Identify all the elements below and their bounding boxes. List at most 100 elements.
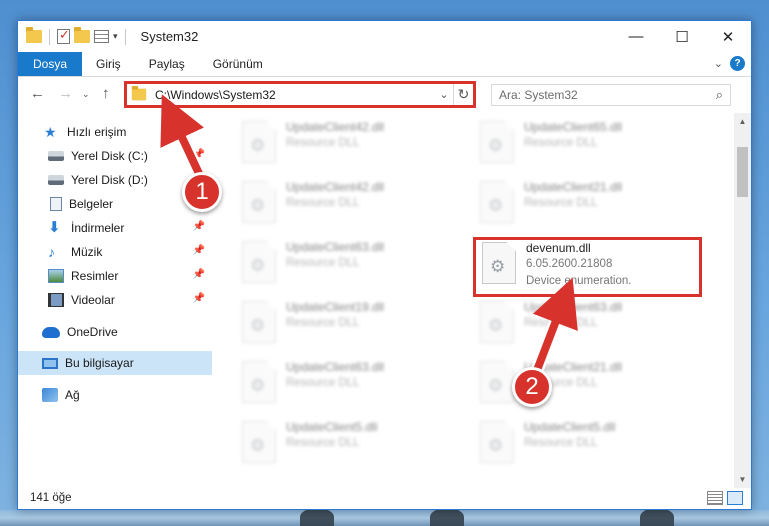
disk-icon [48, 151, 64, 161]
file-type: Resource DLL [286, 377, 360, 389]
network-icon [42, 388, 58, 402]
file-item[interactable]: UpdateClient5.dll Resource DLL [242, 417, 462, 469]
file-item[interactable]: UpdateClient63.dll Resource DLL [242, 357, 462, 409]
sidebar-item-network[interactable]: Ağ [18, 383, 212, 407]
quick-access-toolbar: ▾ [18, 27, 129, 45]
sidebar-item-disk-c[interactable]: Yerel Disk (C:) 📌 [18, 144, 212, 168]
tab-share[interactable]: Paylaş [135, 52, 199, 76]
sidebar-item-label: Yerel Disk (C:) [71, 149, 148, 163]
recent-dropdown-icon[interactable]: ⌄ [82, 89, 90, 100]
dll-file-icon [482, 242, 516, 284]
file-name: UpdateClient19.dll [286, 300, 385, 314]
divider [124, 28, 126, 45]
title-bar: ▾ System32 — ☐ ✕ [18, 21, 751, 52]
dll-file-icon [242, 421, 276, 463]
disk-icon [48, 175, 64, 185]
pictures-icon [48, 269, 64, 283]
forward-button[interactable]: → [58, 85, 73, 102]
file-name: devenum.dll [526, 241, 591, 255]
file-name: UpdateClient21.dll [524, 180, 623, 194]
tab-file[interactable]: Dosya [18, 52, 83, 76]
window-title: System32 [140, 29, 199, 44]
sidebar-item-downloads[interactable]: ⬇ İndirmeler 📌 [18, 216, 212, 240]
folder-icon [131, 85, 147, 101]
folder-icon [26, 27, 42, 43]
refresh-button[interactable]: ↻ [453, 84, 473, 105]
window-controls: — ☐ ✕ [613, 21, 751, 52]
file-item[interactable]: UpdateClient42.dll Resource DLL [242, 117, 462, 169]
dll-file-icon [242, 301, 276, 343]
palm-silhouette [640, 508, 674, 526]
maximize-button[interactable]: ☐ [659, 21, 705, 52]
file-name: UpdateClient42.dll [286, 180, 385, 194]
pin-icon: 📌 [192, 221, 205, 232]
documents-icon [50, 197, 62, 211]
minimize-button[interactable]: — [613, 21, 659, 52]
sidebar-item-videos[interactable]: Videolar 📌 [18, 288, 212, 312]
address-path[interactable]: C:\Windows\System32 [155, 88, 435, 102]
file-item[interactable]: UpdateClient63.dll Resource DLL [480, 297, 700, 349]
music-icon: ♪ [48, 244, 55, 260]
sidebar-item-label: Bu bilgisayar [65, 356, 134, 370]
dll-file-icon [480, 421, 514, 463]
sidebar-item-pictures[interactable]: Resimler 📌 [18, 264, 212, 288]
desktop-background [0, 508, 769, 526]
navigation-bar: ← → ⌄ ↑ C:\Windows\System32 ⌄ ↻ Ara: Sys… [18, 78, 751, 111]
sidebar-item-quick-access[interactable]: ★ Hızlı erişim [18, 120, 212, 144]
file-type: Resource DLL [286, 137, 360, 149]
scroll-up-icon[interactable]: ▲ [734, 113, 751, 130]
sidebar-item-label: Yerel Disk (D:) [71, 173, 148, 187]
sidebar-item-label: Hızlı erişim [67, 125, 127, 139]
file-item[interactable]: UpdateClient21.dll Resource DLL [480, 177, 700, 229]
status-bar: 141 öğe [18, 487, 751, 509]
ribbon-tabs: Dosya Giriş Paylaş Görünüm ⌄ ? [18, 52, 751, 77]
file-description: Device enumeration. [526, 275, 632, 287]
sidebar-item-this-pc[interactable]: Bu bilgisayar [18, 351, 212, 375]
sidebar-item-label: Belgeler [69, 197, 114, 211]
file-name: UpdateClient42.dll [286, 120, 385, 134]
sidebar-item-label: Müzik [71, 245, 103, 259]
vertical-scrollbar[interactable]: ▲ ▼ [734, 113, 751, 488]
palm-silhouette [300, 508, 334, 526]
dll-file-icon [480, 181, 514, 223]
dll-file-icon [242, 121, 276, 163]
tab-home[interactable]: Giriş [82, 52, 135, 76]
file-type: Resource DLL [524, 137, 598, 149]
new-folder-icon[interactable] [74, 27, 90, 43]
file-name: UpdateClient5.dll [524, 420, 616, 434]
address-dropdown-icon[interactable]: ⌄ [435, 88, 453, 101]
qat-dropdown-icon[interactable]: ▾ [113, 31, 118, 42]
search-box[interactable]: Ara: System32 ⌕ [491, 84, 731, 106]
file-version: 6.05.2600.21808 [526, 258, 613, 270]
sidebar-item-label: İndirmeler [71, 221, 125, 235]
file-item-devenum[interactable]: devenum.dll 6.05.2600.21808 Device enume… [482, 238, 702, 290]
customize-icon[interactable] [94, 30, 109, 43]
dll-file-icon [242, 181, 276, 223]
tab-view[interactable]: Görünüm [199, 52, 277, 76]
sidebar-item-onedrive[interactable]: OneDrive [18, 320, 212, 344]
file-item[interactable]: UpdateClient42.dll Resource DLL [242, 177, 462, 229]
file-item[interactable]: UpdateClient5.dll Resource DLL [480, 417, 700, 469]
file-type: Resource DLL [286, 317, 360, 329]
details-view-icon[interactable] [707, 491, 723, 505]
file-item[interactable]: UpdateClient63.dll Resource DLL [242, 237, 462, 289]
close-button[interactable]: ✕ [705, 21, 751, 52]
step-2-badge: 2 [512, 367, 552, 407]
dll-file-icon [480, 361, 514, 403]
scroll-thumb[interactable] [737, 147, 748, 197]
back-button[interactable]: ← [30, 85, 45, 102]
scroll-down-icon[interactable]: ▼ [734, 471, 751, 488]
pin-icon: 📌 [192, 245, 205, 256]
sidebar-item-music[interactable]: ♪ Müzik 📌 [18, 240, 212, 264]
file-name: UpdateClient5.dll [286, 420, 378, 434]
up-button[interactable]: ↑ [102, 85, 110, 102]
computer-icon [42, 357, 58, 369]
help-icon[interactable]: ? [730, 56, 745, 71]
file-item[interactable]: UpdateClient65.dll Resource DLL [480, 117, 700, 169]
file-item[interactable]: UpdateClient19.dll Resource DLL [242, 297, 462, 349]
dll-file-icon [242, 361, 276, 403]
tiles-view-icon[interactable] [727, 491, 743, 505]
properties-check-icon[interactable] [57, 27, 70, 44]
address-bar[interactable]: C:\Windows\System32 ⌄ ↻ [124, 81, 476, 108]
expand-ribbon-icon[interactable]: ⌄ [714, 57, 723, 70]
